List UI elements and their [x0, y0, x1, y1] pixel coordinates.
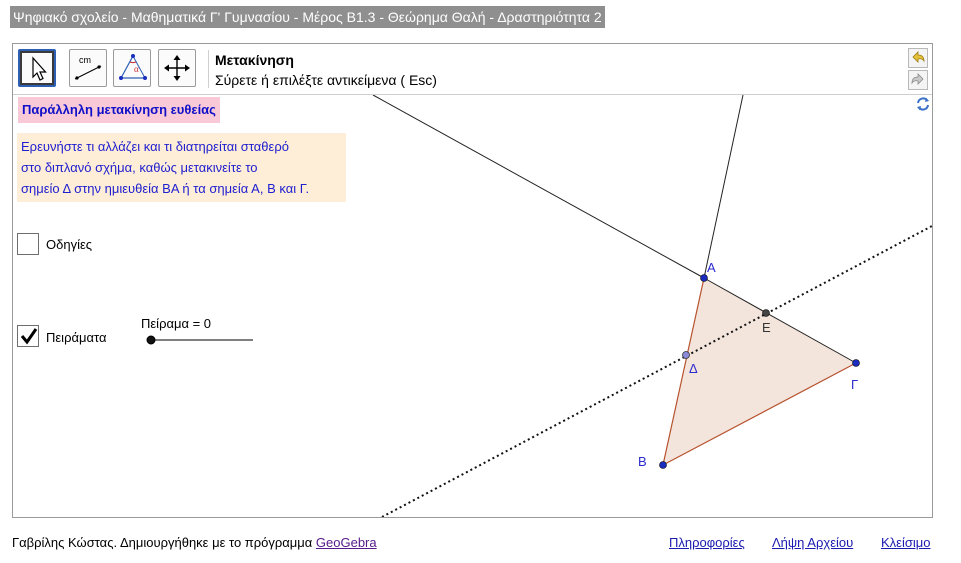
label-point-d: Δ [689, 361, 698, 376]
instructions-checkbox[interactable] [17, 233, 39, 255]
refresh-icon[interactable] [915, 96, 931, 112]
ruler-cm-icon: cm [74, 55, 102, 80]
four-arrows-icon [164, 55, 190, 81]
info-line: στο διπλανό σχήμα, καθώς μετακινείτε το [21, 160, 258, 175]
move-graphics-tool-button[interactable] [158, 49, 196, 87]
instructions-checkbox-label[interactable]: Οδηγίες [46, 237, 92, 252]
point-a[interactable] [700, 274, 708, 282]
point-e [762, 309, 770, 317]
label-point-g: Γ [851, 377, 859, 392]
info-line: Ερευνήστε τι αλλάζει και τι διατηρείται … [21, 139, 289, 154]
label-point-b: Β [638, 454, 647, 469]
line-through-a-2[interactable] [703, 94, 744, 279]
slider-handle[interactable] [146, 335, 156, 345]
toolbar-separator [208, 50, 209, 88]
toolbar: cm α Μετακίνηση Σύρετε ή επιλέξτε αντικε… [13, 44, 932, 95]
active-tool-help: Σύρετε ή επιλέξτε αντικείμενα ( Esc) [215, 72, 437, 88]
svg-text:cm: cm [79, 55, 91, 65]
redo-icon [911, 73, 924, 85]
point-b[interactable] [659, 461, 667, 469]
undo-button[interactable] [908, 48, 928, 68]
close-link[interactable]: Κλείσιμο [881, 535, 931, 550]
geogebra-applet: Α Β Γ Δ Ε cm α Μετακίνηση Σύρετε ή επιλέ… [12, 43, 933, 518]
geogebra-link[interactable]: GeoGebra [316, 535, 377, 550]
label-point-a: Α [707, 260, 716, 275]
credit-text: Γαβρίλης Κώστας. Δημιουργήθηκε με το πρό… [12, 535, 316, 550]
active-tool-name: Μετακίνηση [215, 52, 294, 68]
activity-heading: Παράλληλη μετακίνηση ευθείας [18, 97, 220, 123]
line-through-a-1[interactable] [372, 94, 705, 279]
page-title: Ψηφιακό σχολείο - Μαθηματικά Γ' Γυμνασίο… [10, 6, 605, 28]
angle-tool-button[interactable]: α [113, 49, 151, 87]
info-link[interactable]: Πληροφορίες [669, 535, 745, 550]
point-g[interactable] [852, 359, 860, 367]
redo-button[interactable] [908, 70, 928, 90]
parallel-line-de[interactable] [381, 225, 932, 517]
label-point-e: Ε [762, 320, 771, 335]
move-tool-button[interactable] [18, 49, 56, 87]
distance-tool-button[interactable]: cm [69, 49, 107, 87]
arrow-pointer-icon [32, 56, 47, 81]
experiment-slider-label: Πείραμα = 0 [141, 316, 212, 331]
experiments-checkbox[interactable] [17, 325, 39, 347]
undo-icon [912, 51, 925, 63]
angle-icon: α [119, 54, 147, 80]
download-file-link[interactable]: Λήψη Αρχείου [772, 535, 853, 550]
svg-text:α: α [134, 64, 139, 74]
footer-credit: Γαβρίλης Κώστας. Δημιουργήθηκε με το πρό… [12, 535, 377, 550]
info-line: σημείο Δ στην ημιευθεία ΒΑ ή τα σημεία Α… [21, 181, 310, 196]
instructions-text-box: Ερευνήστε τι αλλάζει και τι διατηρείται … [17, 133, 346, 202]
point-d[interactable] [682, 351, 690, 359]
checkmark-icon [20, 328, 38, 345]
experiment-slider[interactable] [145, 334, 255, 346]
experiments-checkbox-label[interactable]: Πειράματα [46, 330, 106, 345]
